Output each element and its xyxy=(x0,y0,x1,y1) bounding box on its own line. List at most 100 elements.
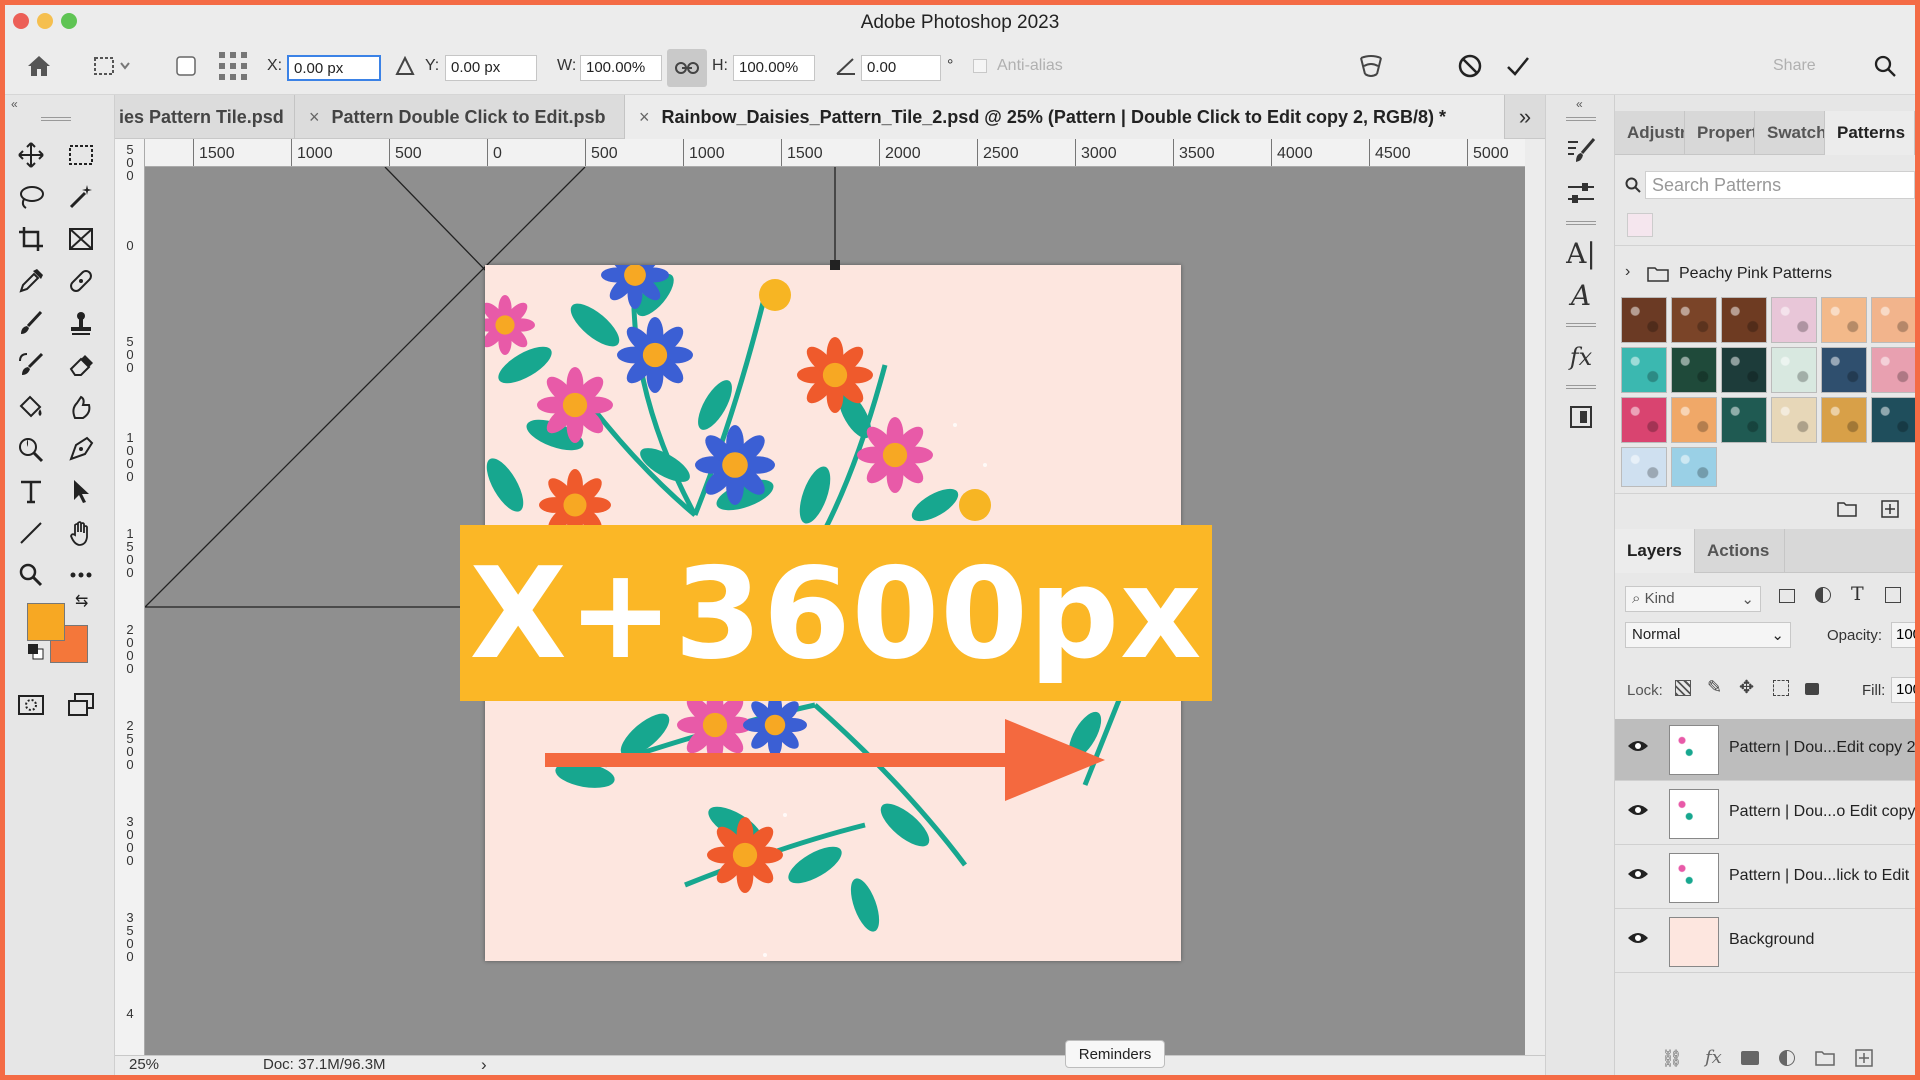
pattern-swatch[interactable] xyxy=(1721,297,1767,343)
default-colors-icon[interactable] xyxy=(27,643,45,666)
pattern-swatch[interactable] xyxy=(1821,347,1867,393)
close-tab-icon[interactable]: × xyxy=(639,107,650,128)
layer-row[interactable]: Background xyxy=(1615,911,1915,973)
clone-stamp-tool[interactable] xyxy=(63,305,99,341)
eraser-tool[interactable] xyxy=(63,347,99,383)
visibility-eye-icon[interactable] xyxy=(1627,739,1649,758)
drag-handle[interactable] xyxy=(41,117,71,121)
lock-pixels-icon[interactable]: ✎ xyxy=(1707,677,1722,698)
zoom-tool[interactable] xyxy=(13,557,49,593)
canvas-area[interactable]: X+3600px xyxy=(145,167,1525,1055)
pattern-preview-thumb[interactable] xyxy=(1627,213,1653,237)
move-tool[interactable] xyxy=(13,137,49,173)
tab-properties[interactable]: Propert xyxy=(1685,111,1755,155)
pattern-swatch[interactable] xyxy=(1621,297,1667,343)
opacity-field[interactable]: 100% xyxy=(1891,622,1915,648)
maintain-aspect-ratio-button[interactable] xyxy=(667,49,707,87)
lasso-tool[interactable] xyxy=(13,179,49,215)
pattern-swatch[interactable] xyxy=(1771,397,1817,443)
paint-bucket-tool[interactable] xyxy=(13,389,49,425)
pattern-swatch[interactable] xyxy=(1671,347,1717,393)
pattern-swatch[interactable] xyxy=(1621,447,1667,487)
pattern-group-name[interactable]: Peachy Pink Patterns xyxy=(1679,265,1832,283)
commit-transform-button[interactable] xyxy=(1505,37,1531,95)
filter-pixel-icon[interactable] xyxy=(1779,589,1795,603)
tab-adjustments[interactable]: Adjustm xyxy=(1615,111,1685,155)
pattern-swatch[interactable] xyxy=(1671,397,1717,443)
line-tool[interactable] xyxy=(13,515,49,551)
new-pattern-button[interactable] xyxy=(1881,500,1899,523)
smudge-tool[interactable] xyxy=(63,389,99,425)
new-layer-icon[interactable] xyxy=(1855,1049,1873,1072)
filter-adjustment-icon[interactable] xyxy=(1815,587,1831,603)
healing-brush-tool[interactable] xyxy=(63,263,99,299)
warp-mode-button[interactable] xyxy=(1357,37,1385,95)
path-selection-tool[interactable] xyxy=(63,473,99,509)
share-button[interactable]: Share xyxy=(1773,37,1816,95)
pattern-swatch[interactable] xyxy=(1671,447,1717,487)
layer-row[interactable]: Pattern | Dou...o Edit copy xyxy=(1615,783,1915,845)
history-brush-tool[interactable] xyxy=(13,347,49,383)
pattern-swatch[interactable] xyxy=(1621,397,1667,443)
height-field[interactable]: 100.00% xyxy=(733,55,815,81)
adjustment-layer-icon[interactable] xyxy=(1779,1050,1795,1066)
type-tool[interactable] xyxy=(13,473,49,509)
status-chevron-icon[interactable]: › xyxy=(481,1055,487,1075)
lock-artboard-icon[interactable] xyxy=(1773,680,1789,696)
pattern-swatch[interactable] xyxy=(1771,347,1817,393)
pattern-swatch[interactable] xyxy=(1821,297,1867,343)
brush-settings-button[interactable] xyxy=(1563,133,1599,169)
paragraph-style-button[interactable]: A xyxy=(1563,277,1599,313)
tab-swatches[interactable]: Swatch xyxy=(1755,111,1825,155)
layer-filter-kind-select[interactable]: ⌕ Kind ⌄ xyxy=(1625,586,1761,612)
fx-icon[interactable]: fx xyxy=(1705,1047,1722,1068)
quick-mask-button[interactable] xyxy=(13,687,49,723)
collapse-icon[interactable]: « xyxy=(11,97,18,111)
pen-tool[interactable] xyxy=(63,431,99,467)
hand-tool[interactable] xyxy=(63,515,99,551)
blend-mode-select[interactable]: Normal ⌄ xyxy=(1625,622,1791,648)
pattern-swatch[interactable] xyxy=(1771,297,1817,343)
more-tools-button[interactable] xyxy=(63,557,99,593)
pattern-swatch[interactable] xyxy=(1871,347,1915,393)
styles-button[interactable]: fx xyxy=(1563,339,1599,375)
tab-patterns[interactable]: Patterns xyxy=(1825,111,1915,155)
more-tabs-icon[interactable]: » xyxy=(1505,95,1545,139)
link-layers-icon[interactable]: ⛓ xyxy=(1661,1049,1683,1069)
reference-point-toggle[interactable] xyxy=(175,37,197,95)
crop-tool[interactable] xyxy=(13,221,49,257)
lock-position-icon[interactable]: ✥ xyxy=(1739,677,1754,698)
brush-tool[interactable] xyxy=(13,305,49,341)
lock-transparent-icon[interactable] xyxy=(1675,680,1691,696)
visibility-eye-icon[interactable] xyxy=(1627,867,1649,886)
frame-tool[interactable] xyxy=(63,221,99,257)
width-field[interactable]: 100.00% xyxy=(580,55,662,81)
fill-field[interactable]: 100% xyxy=(1891,677,1915,703)
tab-rainbow-daisies[interactable]: × Rainbow_Daisies_Pattern_Tile_2.psd @ 2… xyxy=(625,95,1505,139)
tab-pattern-tile[interactable]: ies Pattern Tile.psd xyxy=(115,95,295,139)
adjustments-button[interactable] xyxy=(1563,175,1599,211)
tab-layers[interactable]: Layers xyxy=(1615,529,1695,573)
pattern-swatch[interactable] xyxy=(1721,347,1767,393)
dodge-tool[interactable] xyxy=(13,431,49,467)
marquee-tool[interactable] xyxy=(63,137,99,173)
swap-colors-icon[interactable]: ⇆ xyxy=(75,591,88,611)
chevron-right-icon[interactable]: › xyxy=(1625,263,1630,281)
rotation-field[interactable]: 0.00 xyxy=(861,55,941,81)
magic-wand-tool[interactable] xyxy=(63,179,99,215)
search-patterns-input[interactable]: Search Patterns xyxy=(1645,171,1915,199)
search-button[interactable] xyxy=(1873,37,1897,95)
reference-point-grid[interactable] xyxy=(217,37,249,95)
filter-type-icon[interactable]: T xyxy=(1851,583,1864,605)
pattern-swatch[interactable] xyxy=(1871,297,1915,343)
drag-handle[interactable] xyxy=(1566,117,1596,121)
eyedropper-tool[interactable] xyxy=(13,263,49,299)
character-panel-button[interactable]: A| xyxy=(1563,235,1599,271)
cancel-transform-button[interactable] xyxy=(1457,37,1483,95)
pattern-swatch[interactable] xyxy=(1721,397,1767,443)
antialias-checkbox[interactable]: Anti-alias xyxy=(973,37,1063,95)
close-tab-icon[interactable]: × xyxy=(309,107,320,128)
tab-pattern-double-click[interactable]: × Pattern Double Click to Edit.psb xyxy=(295,95,625,139)
pattern-swatch[interactable] xyxy=(1671,297,1717,343)
collapse-icon[interactable]: « xyxy=(1576,97,1583,111)
